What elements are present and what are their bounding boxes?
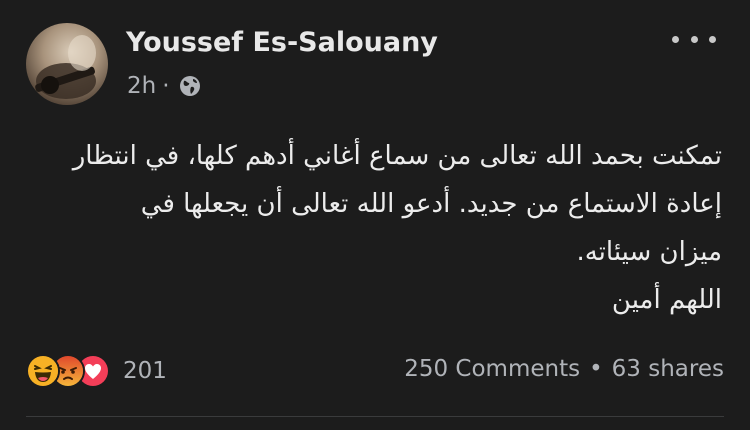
post-text-line: اللهم أمين <box>611 285 722 315</box>
post-text-line: ميزان سيئاته. <box>576 237 722 267</box>
more-dot <box>672 35 679 43</box>
engagement-stats: 250 Comments • 63 shares <box>404 356 724 382</box>
post-text-line: تمكنت بحمد الله تعالى من سماع أغاني أدهم… <box>72 141 722 171</box>
more-dot <box>690 35 698 43</box>
reaction-count: 201 <box>123 358 167 384</box>
reactions-summary[interactable]: 201 <box>26 354 167 388</box>
comments-count[interactable]: 250 Comments <box>404 356 580 382</box>
more-dot <box>709 35 716 43</box>
author-name[interactable]: Youssef Es-Salouany <box>126 27 438 58</box>
stats-separator: • <box>589 356 603 382</box>
meta-separator: · <box>162 73 170 99</box>
haha-icon <box>26 354 60 388</box>
post-card: Youssef Es-Salouany 2h · تمكنت بحمد الله… <box>0 0 750 430</box>
post-text-line: إعادة الاستماع من جديد. أدعو الله تعالى … <box>140 189 722 219</box>
avatar[interactable] <box>26 23 108 105</box>
shares-count[interactable]: 63 shares <box>612 356 724 382</box>
post-text: تمكنت بحمد الله تعالى من سماع أغاني أدهم… <box>26 132 722 324</box>
post-meta: 2h · <box>127 73 202 99</box>
divider <box>26 416 724 417</box>
post-time[interactable]: 2h <box>127 73 156 99</box>
globe-icon[interactable] <box>178 74 202 98</box>
more-options-icon[interactable] <box>672 28 716 50</box>
